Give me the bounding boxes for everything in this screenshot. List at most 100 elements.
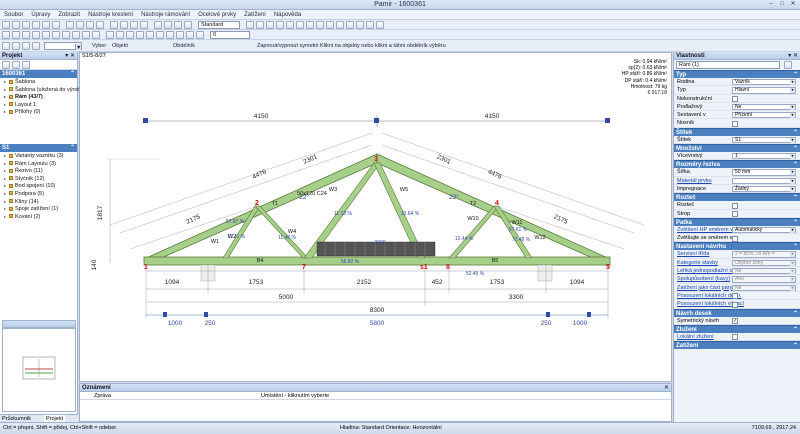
close-icon[interactable]: ✕: [788, 1, 798, 8]
node-4[interactable]: 4: [495, 200, 499, 207]
draw-tool-5-icon[interactable]: [42, 31, 50, 39]
symmetry-toggle[interactable]: Zapnout/vypnout symetrii: [257, 42, 318, 50]
section-zatizeni[interactable]: Zatížení ⌃: [674, 341, 800, 350]
node-8[interactable]: 8: [446, 264, 450, 271]
tool-2-icon[interactable]: [256, 21, 264, 29]
draw-tool-10-icon[interactable]: [92, 31, 100, 39]
object-combo[interactable]: Rám (1): [676, 61, 780, 69]
property-value[interactable]: ▼: [732, 177, 796, 184]
menu-ocelove-prvky[interactable]: Ocelové prvky: [194, 10, 240, 20]
list-icon[interactable]: [12, 61, 20, 69]
menu-zatizeni[interactable]: Zatížení: [240, 10, 270, 20]
draw-tool-8-icon[interactable]: [72, 31, 80, 39]
property-value[interactable]: Vazník ▼: [732, 79, 796, 86]
tool-7-icon[interactable]: [306, 21, 314, 29]
property-value[interactable]: Ne ▼: [732, 103, 796, 111]
measure-icon[interactable]: [184, 21, 192, 29]
snap-combo[interactable]: ▼: [44, 42, 82, 51]
drawing-canvas[interactable]: 1 2 3 4 5 7 8 s1 4150 4150 1094 1753 215…: [79, 52, 672, 382]
style-combo[interactable]: Standard: [198, 21, 240, 29]
draw-tool-7-icon[interactable]: [62, 31, 70, 39]
layer-icon[interactable]: [174, 21, 182, 29]
section-rozmery[interactable]: Rozměry řeziva ⌃: [674, 160, 800, 169]
property-checkbox[interactable]: [732, 334, 738, 341]
property-checkbox[interactable]: ✓: [732, 318, 738, 325]
menu-nastroje-kresleni[interactable]: Nástroje kreslení: [84, 10, 137, 20]
property-checkbox[interactable]: [732, 120, 738, 127]
copy-icon[interactable]: [76, 21, 84, 29]
draw-tool-20-icon[interactable]: [196, 31, 204, 39]
draw-tool-6-icon[interactable]: [52, 31, 60, 39]
property-value[interactable]: Hlavní ▼: [732, 87, 796, 94]
save-icon[interactable]: [22, 21, 30, 29]
member-w3[interactable]: W3: [329, 187, 337, 193]
section-navrh[interactable]: Návrh desek ⌃: [674, 308, 800, 317]
property-checkbox[interactable]: [732, 211, 738, 218]
s1-item[interactable]: ▸ Varianty vazníku (3): [0, 152, 77, 160]
draw-tool-18-icon[interactable]: [176, 31, 184, 39]
s1-item[interactable]: ▸ Rám Layoutu (3): [0, 160, 77, 168]
pan-icon[interactable]: [140, 21, 148, 29]
project-item[interactable]: ▸ Šablona (uložená do výrobce): [0, 86, 88, 94]
draw-tool-4-icon[interactable]: [32, 31, 40, 39]
draw-tool-9-icon[interactable]: [82, 31, 90, 39]
property-value[interactable]: Ne ▼: [732, 268, 796, 275]
tool-14-icon[interactable]: [376, 21, 384, 29]
delete-icon[interactable]: [96, 21, 104, 29]
property-value[interactable]: Ano ▼: [732, 276, 796, 283]
property-label[interactable]: Spolupůsobení (kavy): [677, 275, 730, 283]
tool-8-icon[interactable]: [316, 21, 324, 29]
member-b5[interactable]: B5: [492, 258, 499, 264]
property-value[interactable]: Žádný ▼: [732, 185, 796, 193]
property-checkbox[interactable]: [732, 293, 738, 300]
zoom-in-icon[interactable]: [110, 21, 118, 29]
property-value[interactable]: 1 ▼: [732, 153, 796, 160]
property-value[interactable]: Automaticky ▼: [732, 226, 796, 234]
draw-tool-12-icon[interactable]: [116, 31, 124, 39]
s1-item[interactable]: ▸ Kování (2): [0, 213, 77, 221]
s1-item[interactable]: ▸ Styčník (12): [0, 175, 77, 183]
property-label[interactable]: Zvětšení HP směrem ven: [677, 226, 739, 234]
properties-pin-icon[interactable]: ▾ ✕: [788, 52, 798, 60]
node-2[interactable]: 2: [255, 200, 259, 207]
section-rozteč[interactable]: Rozteč ⌃: [674, 193, 800, 202]
tool-10-icon[interactable]: [336, 21, 344, 29]
member-w1[interactable]: W1: [211, 239, 219, 245]
tool-12-icon[interactable]: [356, 21, 364, 29]
menu-upravy[interactable]: Úpravy: [27, 10, 54, 20]
tool-3-icon[interactable]: [266, 21, 274, 29]
draw-tool-11-icon[interactable]: [106, 31, 114, 39]
tool-11-icon[interactable]: [346, 21, 354, 29]
draw-tool-19-icon[interactable]: [186, 31, 194, 39]
s1-item[interactable]: ▸ Spoje zatížení (1): [0, 205, 77, 213]
maximize-icon[interactable]: □: [777, 1, 787, 8]
truss-drawing[interactable]: 1 2 3 4 5 7 8 s1 4150 4150 1094 1753 215…: [80, 53, 673, 383]
property-checkbox[interactable]: [732, 301, 738, 308]
pencil-icon[interactable]: [12, 42, 20, 50]
zoom-out-icon[interactable]: [120, 21, 128, 29]
col-message[interactable]: Zpráva: [94, 392, 111, 400]
select-label[interactable]: Vyber: [92, 42, 106, 50]
rotate-icon[interactable]: [32, 42, 40, 50]
draw-tool-1-icon[interactable]: [2, 31, 10, 39]
property-label[interactable]: Materiál prvku: [677, 177, 712, 185]
section-typ[interactable]: Typ ⌃: [674, 70, 800, 78]
property-value[interactable]: S1 ▼: [732, 136, 796, 144]
grid-icon[interactable]: [154, 21, 162, 29]
new-icon[interactable]: [2, 21, 10, 29]
s1-item[interactable]: ▸ Bod spojení (10): [0, 182, 77, 190]
pin-icon[interactable]: ▾ ✕: [65, 52, 75, 60]
properties-settings-icon[interactable]: [784, 61, 792, 69]
member-w12[interactable]: W12: [534, 235, 545, 241]
draw-tool-14-icon[interactable]: [136, 31, 144, 39]
property-label[interactable]: Servisní třída: [677, 250, 709, 258]
draw-tool-3-icon[interactable]: [22, 31, 30, 39]
property-checkbox[interactable]: [732, 235, 738, 242]
cut-icon[interactable]: [66, 21, 74, 29]
tool-1-icon[interactable]: [246, 21, 254, 29]
draw-tool-2-icon[interactable]: [12, 31, 20, 39]
node-1[interactable]: 1: [144, 264, 148, 271]
tool-13-icon[interactable]: [366, 21, 374, 29]
member-b4[interactable]: B4: [257, 258, 264, 264]
property-label[interactable]: Zatížení jako část páry: [677, 284, 732, 292]
